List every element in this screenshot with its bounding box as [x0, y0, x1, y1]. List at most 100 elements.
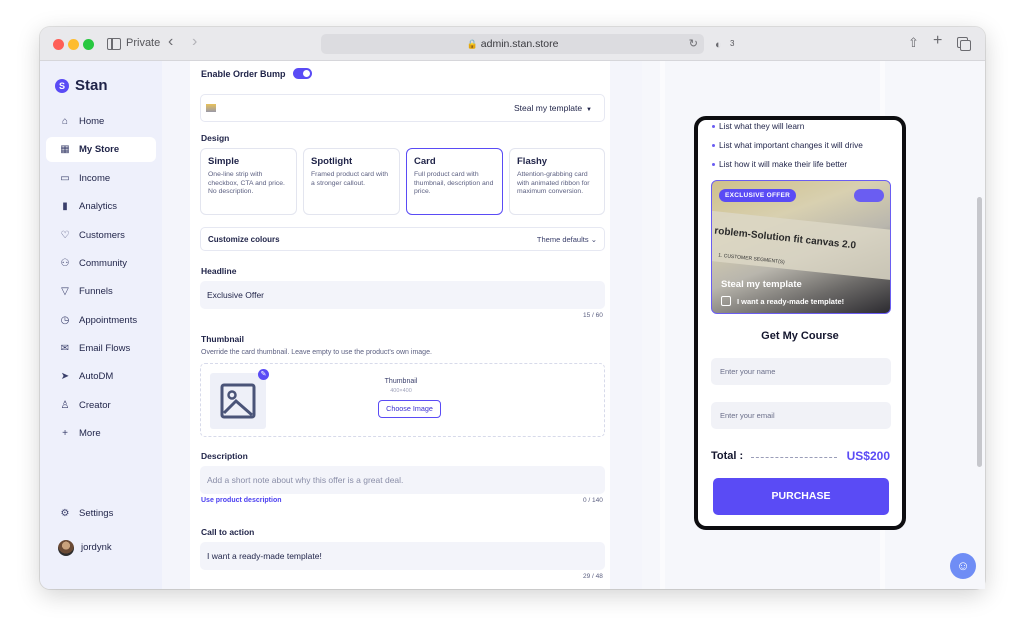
private-label: Private [126, 37, 161, 49]
offer-image-paper [712, 210, 890, 282]
customize-colours-row[interactable]: Customize colours Theme defaults ⌄ [200, 227, 605, 251]
preview-stripe [660, 61, 665, 589]
sidebar-item-autodm[interactable]: ➤ AutoDM [46, 364, 156, 389]
design-card-title: Card [414, 156, 436, 167]
thumbnail-dropzone[interactable]: ✎ Thumbnail 400×400 Choose Image [200, 363, 605, 437]
store-icon: ▦ [60, 144, 70, 155]
design-label: Design [201, 133, 230, 143]
gear-icon: ⚙ [60, 508, 70, 519]
design-card-desc: Full product card with thumbnail, descri… [414, 171, 494, 195]
template-select-value: Steal my template ▼ [514, 103, 592, 113]
tab-overview-icon[interactable] [957, 37, 971, 51]
design-card-spotlight[interactable]: Spotlight Framed product card with a str… [303, 148, 400, 215]
offer-checkbox[interactable] [721, 296, 731, 306]
new-tab-icon[interactable]: + [933, 33, 942, 49]
forward-icon[interactable]: › [192, 34, 197, 50]
sidebar-item-income[interactable]: ▭ Income [46, 166, 156, 191]
email-input[interactable]: Enter your email [711, 402, 891, 429]
design-card-card[interactable]: Card Full product card with thumbnail, d… [406, 148, 503, 215]
cta-counter: 29 / 48 [583, 573, 603, 580]
thumbnail-help: Override the card thumbnail. Leave empty… [201, 349, 432, 356]
chart-icon: ▮ [62, 201, 68, 212]
bullet-item: List what they will learn [711, 121, 805, 131]
share-icon[interactable]: ⇧ [908, 35, 919, 51]
address-bar[interactable]: 🔒 admin.stan.store ↻ [321, 34, 704, 54]
course-title: Get My Course [761, 330, 839, 342]
sidebar-item-community[interactable]: ⚇ Community [46, 251, 156, 276]
order-bump-label: Enable Order Bump [201, 69, 286, 79]
description-input[interactable]: Add a short note about why this offer is… [200, 466, 605, 494]
sidebar-item-more[interactable]: + More [46, 421, 156, 446]
sidebar-item-funnels[interactable]: ▽ Funnels [46, 279, 156, 304]
stan-logo-icon: S [55, 78, 69, 93]
sidebar-item-label: Income [79, 173, 111, 184]
sidebar-item-label: Customers [79, 230, 125, 241]
maximize-window-button[interactable] [83, 39, 94, 50]
sidebar-item-analytics[interactable]: ▮ Analytics [46, 194, 156, 219]
avatar [58, 539, 74, 556]
cta-input[interactable]: I want a ready-made template! [200, 542, 605, 570]
shield-icon[interactable]: ◐ [715, 37, 722, 53]
sidebar-user[interactable]: jordynk [46, 535, 156, 560]
close-window-button[interactable] [53, 39, 64, 50]
wallet-icon: ▭ [60, 173, 70, 184]
sidebar-item-creator[interactable]: ♙ Creator [46, 393, 156, 418]
sidebar-item-label: More [79, 428, 101, 439]
order-bump-toggle[interactable] [293, 68, 312, 79]
edit-thumbnail-icon[interactable]: ✎ [258, 369, 269, 380]
sidebar-item-email-flows[interactable]: ✉ Email Flows [46, 336, 156, 361]
back-icon[interactable]: ‹ [168, 34, 173, 50]
design-card-simple[interactable]: Simple One-line strip with checkbox, CTA… [200, 148, 297, 215]
sidebar-item-label: Creator [79, 400, 111, 411]
sidebar-item-label: Analytics [79, 201, 118, 212]
name-input[interactable]: Enter your name [711, 358, 891, 385]
sidebar-item-customers[interactable]: ♡ Customers [46, 223, 156, 248]
user-name: jordynk [81, 542, 112, 553]
minimize-window-button[interactable] [68, 39, 79, 50]
chevron-down-icon: ⌄ [590, 235, 597, 244]
description-counter: 0 / 140 [583, 497, 603, 504]
sidebar-toggle-icon[interactable] [107, 38, 121, 50]
plus-icon: + [62, 428, 68, 439]
lock-icon: 🔒 [466, 39, 478, 49]
clock-icon: ◷ [60, 315, 70, 326]
bullet-item: List how it will make their life better [711, 159, 848, 169]
use-product-description-link[interactable]: Use product description [201, 497, 282, 504]
total-label: Total : [711, 450, 744, 462]
purchase-button[interactable]: PURCHASE [713, 478, 889, 515]
sidebar-item-my-store[interactable]: ▦ My Store [46, 137, 156, 162]
heart-icon: ♡ [60, 230, 70, 241]
mail-icon: ✉ [60, 343, 70, 354]
template-select-label: Steal my template [514, 103, 583, 113]
total-divider [751, 457, 837, 458]
reload-icon[interactable]: ↻ [689, 34, 698, 54]
sidebar-item-settings[interactable]: ⚙ Settings [46, 501, 156, 526]
headline-label: Headline [201, 266, 237, 276]
sidebar-item-appointments[interactable]: ◷ Appointments [46, 308, 156, 333]
sidebar-item-label: Home [79, 116, 105, 127]
design-card-title: Spotlight [311, 156, 353, 167]
sidebar-item-label: My Store [79, 144, 120, 155]
theme-defaults-label: Theme defaults [536, 235, 589, 244]
url-text: admin.stan.store [480, 38, 559, 50]
headline-input[interactable]: Exclusive Offer [200, 281, 605, 309]
order-bump-card[interactable]: roblem-Solution fit canvas 2.0 1. CUSTOM… [711, 180, 891, 314]
image-placeholder-icon [220, 383, 256, 419]
design-card-flashy[interactable]: Flashy Attention-grabbing card with anim… [509, 148, 605, 215]
preview-scrollbar[interactable] [977, 197, 982, 467]
sidebar-item-label: Email Flows [79, 343, 131, 354]
editor-panel [190, 61, 610, 589]
home-icon: ⌂ [61, 116, 69, 127]
sidebar-item-home[interactable]: ⌂ Home [46, 109, 156, 134]
description-label: Description [201, 451, 248, 461]
sidebar-item-label: Appointments [79, 315, 138, 326]
brand[interactable]: S Stan [55, 77, 108, 94]
thumbnail-preview [210, 373, 266, 429]
funnel-icon: ▽ [61, 286, 69, 297]
tracker-count: 3 [730, 39, 735, 48]
caret-down-icon: ▼ [586, 107, 592, 113]
help-chat-icon[interactable]: ☺ [950, 553, 976, 579]
design-card-desc: Attention-grabbing card with animated ri… [517, 171, 590, 195]
choose-image-button[interactable]: Choose Image [378, 400, 441, 418]
template-select[interactable]: Steal my template ▼ [200, 94, 605, 122]
